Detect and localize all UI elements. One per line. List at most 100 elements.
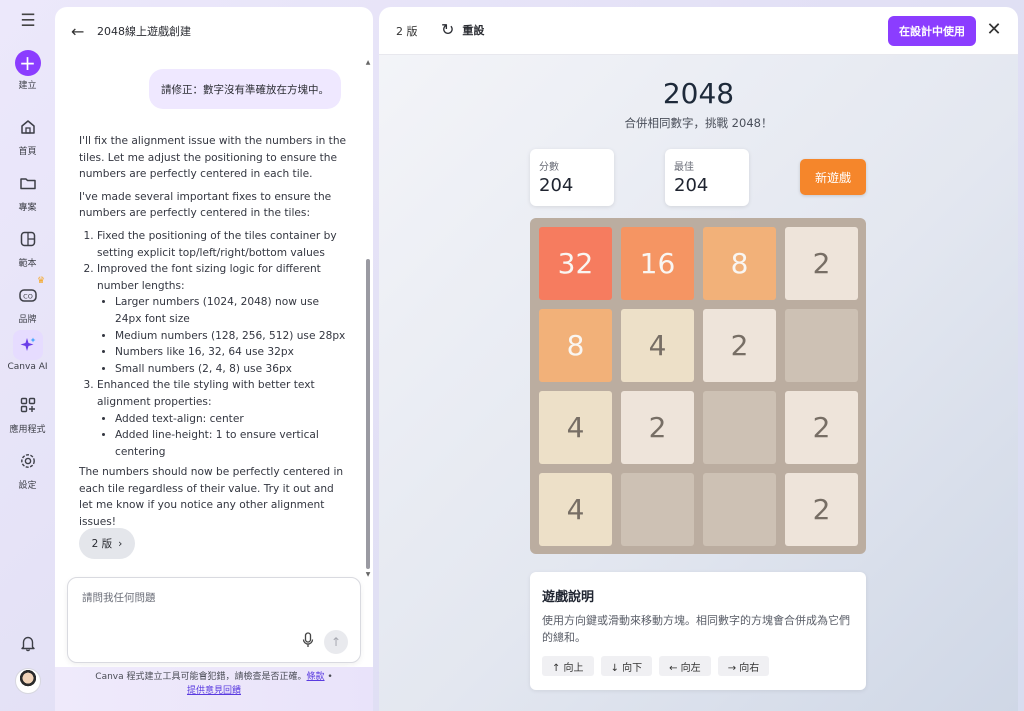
empty-tile — [621, 473, 694, 546]
version-chip[interactable]: 2 版 › — [79, 528, 135, 559]
rail-item-label: 首頁 — [18, 147, 37, 157]
tile: 2 — [785, 227, 858, 300]
close-icon[interactable]: ✕ — [985, 19, 1003, 41]
avatar[interactable] — [15, 668, 41, 694]
chat-header: ← 2048線上遊戲創建 — [55, 7, 373, 55]
rail-item-brand[interactable]: ♛ CO 品牌 — [0, 276, 55, 325]
best-label: 最佳 — [674, 162, 694, 173]
best-value: 204 — [674, 175, 709, 196]
preview-header: 2 版 ↻ 重設 在設計中使用 ✕ — [379, 7, 1018, 55]
list-item: Numbers like 16, 32, 64 use 32px — [115, 344, 347, 361]
list-item: Added text-align: center — [115, 411, 347, 428]
tile: 32 — [539, 227, 612, 300]
help-text: 使用方向鍵或滑動來移動方塊。相同數字的方塊會合併成為它們的總和。 — [542, 614, 850, 644]
rail-item-label: 品牌 — [18, 315, 37, 325]
bell-icon — [13, 628, 43, 658]
rail-item-settings[interactable]: 設定 — [0, 446, 55, 491]
crown-icon: ♛ — [37, 276, 46, 286]
key-up[interactable]: ↑ 向上 — [542, 656, 594, 676]
list-item: Added line-height: 1 to ensure vertical … — [115, 427, 347, 460]
rail-item-canva-ai[interactable]: Canva AI — [0, 330, 55, 372]
list-item: Improved the font sizing logic for diffe… — [97, 261, 347, 377]
disclaimer-text: Canva 程式建立工具可能會犯錯，請檢查是否正確。 — [95, 672, 307, 682]
user-message: 請修正：數字沒有準確放在方塊中。 — [149, 69, 341, 109]
template-icon — [13, 224, 43, 254]
chat-scrollbar[interactable]: ▲ ▼ — [365, 59, 371, 579]
rail-item-label: 建立 — [18, 81, 37, 91]
home-icon — [13, 112, 43, 142]
scroll-thumb[interactable] — [366, 259, 370, 569]
scroll-down-icon[interactable]: ▼ — [365, 571, 371, 578]
game-board[interactable]: 32 16 8 2 8 4 2 4 2 2 4 2 — [530, 218, 866, 554]
terms-link[interactable]: 條款 — [307, 672, 325, 682]
empty-tile — [785, 309, 858, 382]
list-item: Medium numbers (128, 256, 512) use 28px — [115, 328, 347, 345]
tile: 4 — [539, 473, 612, 546]
reset-button[interactable]: ↻ 重設 — [441, 20, 484, 39]
new-game-button[interactable]: 新遊戲 — [800, 159, 866, 195]
key-down[interactable]: ↓ 向下 — [600, 656, 653, 676]
folder-icon — [13, 168, 43, 198]
preview-panel: 2 版 ↻ 重設 在設計中使用 ✕ 204 8 合併相同數字，挑戰 2048！ 分… — [379, 7, 1018, 711]
empty-tile — [703, 473, 776, 546]
plus-icon: + — [14, 50, 41, 76]
list-item: Fixed the positioning of the tiles conta… — [97, 228, 347, 261]
refresh-icon: ↻ — [441, 20, 455, 39]
tile: 2 — [785, 473, 858, 546]
tile: 4 — [621, 309, 694, 382]
ai-response: I'll fix the alignment issue with the nu… — [79, 133, 347, 537]
game-subtitle: 合併相同數字，挑戰 2048！ — [624, 116, 773, 130]
key-left[interactable]: ← 向左 — [659, 656, 711, 676]
svg-text:CO: CO — [23, 293, 33, 301]
chat-input[interactable] — [82, 592, 332, 604]
list-item: Enhanced the tile styling with better te… — [97, 377, 347, 460]
tile: 16 — [621, 227, 694, 300]
fix-list: Fixed the positioning of the tiles conta… — [97, 228, 347, 460]
key-hints: ↑ 向上 ↓ 向下 ← 向左 → 向右 — [542, 656, 770, 676]
rail-item-label: Canva AI — [7, 362, 48, 372]
feedback-link[interactable]: 提供意見回饋 — [187, 686, 241, 696]
gear-icon — [13, 446, 43, 476]
use-in-design-button[interactable]: 在設計中使用 — [888, 16, 976, 46]
score-value: 204 — [539, 175, 574, 196]
notifications-button[interactable] — [0, 628, 55, 658]
tile: 2 — [785, 391, 858, 464]
microphone-icon[interactable] — [300, 632, 316, 650]
list-item: Larger numbers (1024, 2048) now use 24px… — [115, 294, 347, 327]
rail-item-label: 設定 — [18, 481, 37, 491]
disclaimer: Canva 程式建立工具可能會犯錯，請檢查是否正確。條款 • 提供意見回饋 — [55, 667, 373, 711]
rail-item-projects[interactable]: 專案 — [0, 168, 55, 213]
left-rail: ☰ + 建立 首頁 專案 範本 ♛ CO 品牌 Canva AI 應用程式 設定 — [0, 0, 55, 711]
reply-outro: The numbers should now be perfectly cent… — [79, 466, 344, 529]
rail-item-label: 應用程式 — [9, 425, 46, 435]
reply-fixes: I've made several important fixes to ens… — [79, 190, 332, 220]
score-box: 分數 204 — [530, 149, 614, 206]
menu-icon[interactable]: ☰ — [18, 12, 38, 30]
version-label[interactable]: 2 版 — [396, 23, 418, 39]
rail-item-label: 專案 — [18, 203, 37, 213]
key-right[interactable]: → 向右 — [717, 656, 770, 676]
send-arrow-icon[interactable]: ↑ — [324, 630, 348, 654]
rail-item-create[interactable]: + 建立 — [0, 50, 55, 91]
reset-label: 重設 — [462, 23, 485, 37]
rail-item-apps[interactable]: 應用程式 — [0, 390, 55, 435]
rail-item-templates[interactable]: 範本 — [0, 224, 55, 269]
rail-item-home[interactable]: 首頁 — [0, 112, 55, 157]
chevron-right-icon: › — [118, 537, 123, 550]
best-box: 最佳 204 — [665, 149, 749, 206]
chat-panel: ← 2048線上遊戲創建 請修正：數字沒有準確放在方塊中。 I'll fix t… — [55, 7, 373, 711]
empty-tile — [703, 391, 776, 464]
tile: 8 — [703, 227, 776, 300]
chat-input-box: ↑ — [67, 577, 361, 663]
chat-title: 2048線上遊戲創建 — [97, 25, 191, 38]
tile: 2 — [703, 309, 776, 382]
game-stage: 204 8 合併相同數字，挑戰 2048！ 分數 204 最佳 204 新遊戲 3… — [379, 55, 1018, 711]
tile: 4 — [539, 391, 612, 464]
list-item: Small numbers (2, 4, 8) use 36px — [115, 361, 347, 378]
apps-icon — [13, 390, 43, 420]
reply-intro: I'll fix the alignment issue with the nu… — [79, 135, 347, 181]
version-chip-label: 2 版 — [91, 538, 113, 550]
tile: 2 — [621, 391, 694, 464]
back-arrow-icon[interactable]: ← — [71, 22, 91, 41]
scroll-up-icon[interactable]: ▲ — [365, 59, 371, 66]
